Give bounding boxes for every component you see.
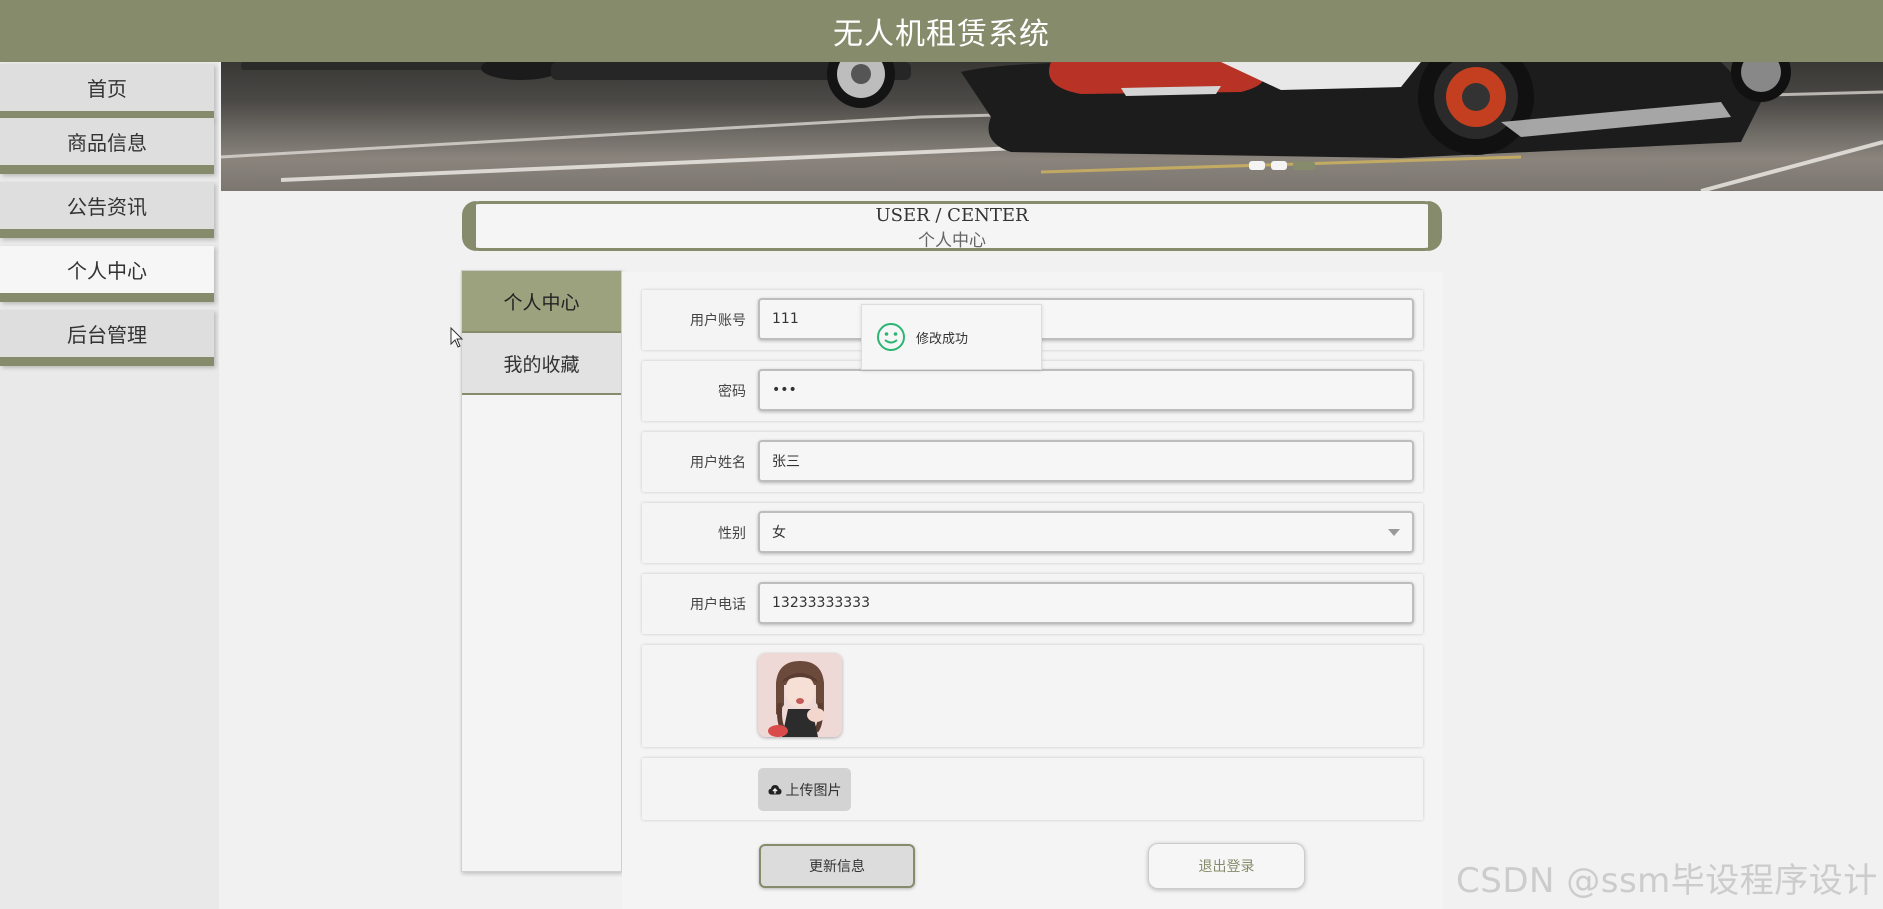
carousel-indicators (1249, 161, 1315, 170)
banner-image (221, 62, 1883, 191)
carousel-dot-1[interactable] (1249, 161, 1265, 170)
upload-button-label: 上传图片 (785, 782, 842, 799)
cloud-upload-icon (768, 784, 781, 794)
avatar (758, 653, 842, 737)
nav-item-home[interactable]: 首页 (0, 64, 214, 120)
gender-value: 女 (772, 525, 786, 541)
form-row-phone: 用户电话 13233333333 (642, 574, 1423, 634)
nav-item-news[interactable]: 公告资讯 (0, 182, 214, 238)
banner-carousel[interactable] (221, 62, 1883, 191)
upload-image-button[interactable]: 上传图片 (758, 768, 851, 811)
success-toast: 修改成功 (861, 304, 1042, 370)
site-title: 无人机租赁系统 (833, 17, 1050, 52)
gender-label: 性别 (718, 526, 746, 542)
sidebar-nav: 首页 商品信息 公告资讯 个人中心 后台管理 (0, 62, 219, 909)
nav-item-user-center[interactable]: 个人中心 (0, 246, 214, 302)
user-center-tabs: 个人中心 我的收藏 (461, 270, 622, 872)
account-label: 用户账号 (690, 313, 746, 329)
tab-my-favorites[interactable]: 我的收藏 (462, 333, 621, 395)
logout-button[interactable]: 退出登录 (1148, 843, 1305, 889)
form-row-upload: 上传图片 (642, 758, 1423, 820)
chevron-down-icon (1388, 529, 1400, 536)
toast-message: 修改成功 (916, 331, 969, 347)
form-row-avatar (642, 645, 1423, 747)
name-value: 张三 (772, 454, 800, 470)
phone-input[interactable]: 13233333333 (758, 582, 1414, 624)
account-input[interactable]: 111 (758, 298, 1414, 340)
form-row-name: 用户姓名 张三 (642, 432, 1423, 492)
section-heading: USER / CENTER 个人中心 (462, 201, 1442, 251)
section-title-cn: 个人中心 (918, 231, 986, 251)
top-header: 无人机租赁系统 (0, 0, 1883, 62)
form-row-gender: 性别 女 (642, 503, 1423, 563)
section-title-en: USER / CENTER (875, 205, 1029, 226)
tab-user-center[interactable]: 个人中心 (462, 271, 621, 333)
name-input[interactable]: 张三 (758, 440, 1414, 482)
password-input[interactable]: ••• (758, 369, 1414, 411)
password-value: ••• (772, 382, 797, 398)
name-label: 用户姓名 (690, 455, 746, 471)
mouse-cursor-icon (450, 326, 464, 353)
nav-item-admin[interactable]: 后台管理 (0, 310, 214, 366)
avatar-photo (758, 653, 842, 737)
watermark: CSDN @ssm毕设程序设计 (1456, 861, 1878, 901)
form-row-password: 密码 ••• (642, 361, 1423, 421)
gender-select[interactable]: 女 (758, 511, 1414, 553)
phone-label: 用户电话 (690, 597, 746, 613)
carousel-dot-3[interactable] (1293, 161, 1315, 170)
account-value: 111 (772, 311, 799, 327)
smile-icon (877, 323, 905, 351)
carousel-dot-2[interactable] (1271, 161, 1287, 170)
password-label: 密码 (718, 384, 746, 400)
nav-item-products[interactable]: 商品信息 (0, 118, 214, 174)
update-info-button[interactable]: 更新信息 (759, 844, 915, 888)
phone-value: 13233333333 (772, 595, 870, 611)
